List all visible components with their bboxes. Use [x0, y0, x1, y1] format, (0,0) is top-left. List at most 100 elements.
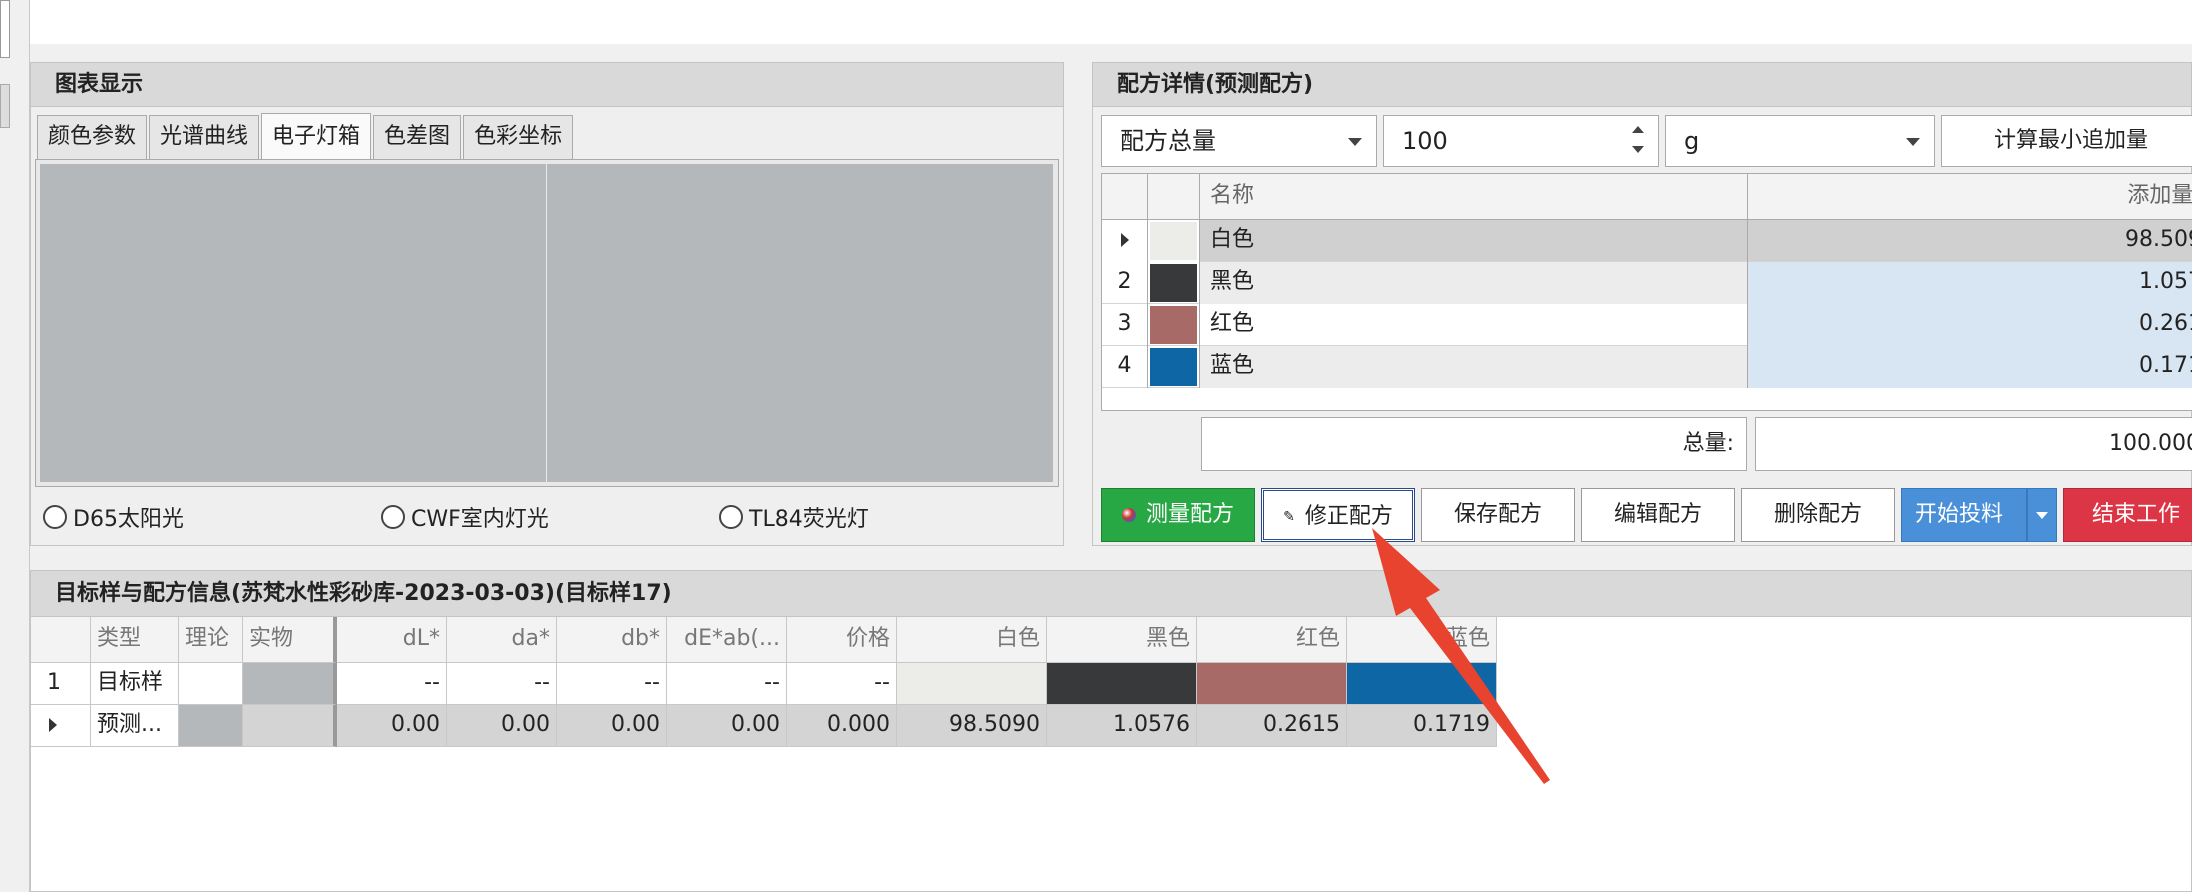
illuminant-options: D65太阳光 CWF室内灯光 TL84荧光灯 — [35, 493, 1059, 539]
color-swatch — [1148, 220, 1200, 262]
header-db: db* — [557, 617, 667, 663]
row-pointer-icon — [1120, 233, 1129, 247]
pigment-amount[interactable]: 1.057 — [1748, 262, 2192, 304]
row-dl: 0.00 — [337, 705, 447, 747]
wand-icon: ✎ — [1283, 509, 1295, 525]
row-black-swatch — [1047, 663, 1197, 705]
tab-light-box[interactable]: 电子灯箱 — [261, 113, 372, 159]
header-price: 价格 — [787, 617, 897, 663]
header-swatch — [1148, 174, 1200, 220]
light-box-target — [40, 164, 546, 482]
header-red: 红色 — [1197, 617, 1347, 663]
row-theory-swatch — [179, 663, 243, 705]
row-price: -- — [787, 663, 897, 705]
formula-actions: 测量配方 ✎ 修正配方 保存配方 编辑配方 删除配方 开始投料 结束工作 — [1101, 488, 2192, 542]
measure-formula-label: 测量配方 — [1145, 502, 1234, 527]
pigment-name: 白色 — [1200, 220, 1748, 262]
pigment-amount[interactable]: 0.261 — [1748, 304, 2192, 346]
header-rowhead — [1102, 174, 1148, 220]
radio-cwf[interactable]: CWF室内灯光 — [381, 501, 549, 533]
pigment-name: 蓝色 — [1200, 346, 1748, 388]
left-edge-control[interactable] — [0, 0, 10, 58]
chart-tabs: 颜色参数 光谱曲线 电子灯箱 色差图 色彩坐标 — [37, 113, 575, 159]
top-toolbar-area — [30, 0, 2192, 44]
swatch-fill-3 — [1150, 348, 1197, 386]
row-selector[interactable] — [31, 705, 91, 747]
formula-row[interactable]: 2 黑色 1.057 — [1102, 262, 2192, 304]
header-amount: 添加量[ — [2127, 183, 2192, 208]
formula-table-header: 名称 添加量[ — [1102, 174, 2192, 220]
amount-stepper[interactable]: 100 — [1383, 115, 1659, 167]
row-da: 0.00 — [447, 705, 557, 747]
target-panel-title: 目标样与配方信息(苏梵水性彩砂库-2023-03-03)(目标样17) — [31, 571, 2191, 617]
header-rowhead — [31, 617, 91, 663]
light-box-view — [35, 159, 1059, 487]
total-value: 100.0000 — [1755, 417, 2192, 471]
color-swatch — [1148, 262, 1200, 304]
swatch-fill-0 — [1150, 222, 1197, 260]
chart-panel: 图表显示 颜色参数 光谱曲线 电子灯箱 色差图 色彩坐标 D65太阳光 CWF室… — [30, 62, 1064, 546]
delete-formula-button[interactable]: 删除配方 — [1741, 488, 1895, 542]
edit-formula-button[interactable]: 编辑配方 — [1581, 488, 1735, 542]
pigment-name: 黑色 — [1200, 262, 1748, 304]
total-type-select[interactable]: 配方总量 — [1101, 115, 1377, 167]
header-da: da* — [447, 617, 557, 663]
chevron-down-icon — [2036, 512, 2048, 519]
tab-spectral-curve[interactable]: 光谱曲线 — [149, 115, 260, 159]
target-panel: 目标样与配方信息(苏梵水性彩砂库-2023-03-03)(目标样17) 类型 理… — [30, 570, 2192, 892]
formula-row[interactable]: 3 红色 0.261 — [1102, 304, 2192, 346]
formula-row[interactable]: 4 蓝色 0.171 — [1102, 346, 2192, 388]
header-theory: 理论 — [179, 617, 243, 663]
end-work-button[interactable]: 结束工作 — [2063, 488, 2192, 542]
row-black-amount: 1.0576 — [1047, 705, 1197, 747]
radio-tl84[interactable]: TL84荧光灯 — [719, 501, 869, 533]
radio-d65[interactable]: D65太阳光 — [43, 501, 184, 533]
row-actual-swatch — [243, 663, 337, 705]
chevron-down-icon — [1906, 138, 1920, 146]
row-price: 0.000 — [787, 705, 897, 747]
pigment-amount[interactable]: 98.509 — [1748, 220, 2192, 262]
header-black: 黑色 — [1047, 617, 1197, 663]
header-name: 名称 — [1200, 174, 1748, 220]
row-index: 4 — [1102, 346, 1148, 388]
swatch-fill-2 — [1150, 306, 1197, 344]
start-feeding-button[interactable]: 开始投料 — [1901, 488, 2027, 542]
annotation-arrow-icon — [1372, 528, 1550, 784]
header-actual: 实物 — [243, 617, 337, 663]
row-selector[interactable] — [1102, 220, 1148, 262]
light-box-prediction — [547, 164, 1053, 482]
tab-color-params[interactable]: 颜色参数 — [37, 115, 148, 159]
header-de: dE*ab(... — [667, 617, 787, 663]
row-white-swatch — [897, 663, 1047, 705]
start-feeding-dropdown[interactable] — [2027, 488, 2057, 542]
formula-row[interactable]: 白色 98.509 — [1102, 220, 2192, 262]
header-type: 类型 — [91, 617, 179, 663]
left-edge-handle[interactable] — [0, 84, 10, 128]
tab-color-diff[interactable]: 色差图 — [373, 115, 462, 159]
spin-up-icon[interactable] — [1632, 126, 1644, 133]
pigment-amount[interactable]: 0.171 — [1748, 346, 2192, 388]
radio-tl84-label: TL84荧光灯 — [749, 507, 869, 532]
row-dl: -- — [337, 663, 447, 705]
measure-formula-button[interactable]: 测量配方 — [1101, 488, 1255, 542]
chevron-down-icon — [1348, 138, 1362, 146]
row-db: -- — [557, 663, 667, 705]
row-pointer-icon — [49, 718, 57, 732]
color-swatch — [1148, 346, 1200, 388]
spin-down-icon[interactable] — [1632, 146, 1644, 153]
row-red-amount: 0.2615 — [1197, 705, 1347, 747]
unit-select[interactable]: g — [1665, 115, 1935, 167]
amount-value: 100 — [1402, 127, 1448, 155]
unit-value: g — [1684, 127, 1700, 155]
row-index: 1 — [31, 663, 91, 705]
row-de: -- — [667, 663, 787, 705]
total-type-value: 配方总量 — [1120, 127, 1216, 155]
formula-panel: 配方详情(预测配方) 配方总量 100 g 计算最小追加量 名称 添加量[ 白色… — [1092, 62, 2192, 546]
row-actual-swatch — [243, 705, 337, 747]
formula-table: 名称 添加量[ 白色 98.509 2 黑色 1.057 3 红色 0.261 … — [1101, 173, 2192, 411]
radio-cwf-label: CWF室内灯光 — [411, 507, 549, 532]
tab-color-coords[interactable]: 色彩坐标 — [463, 115, 574, 159]
swatch-fill-1 — [1150, 264, 1197, 302]
calc-min-add-button[interactable]: 计算最小追加量 — [1941, 115, 2192, 167]
left-edge-strip — [0, 0, 30, 892]
